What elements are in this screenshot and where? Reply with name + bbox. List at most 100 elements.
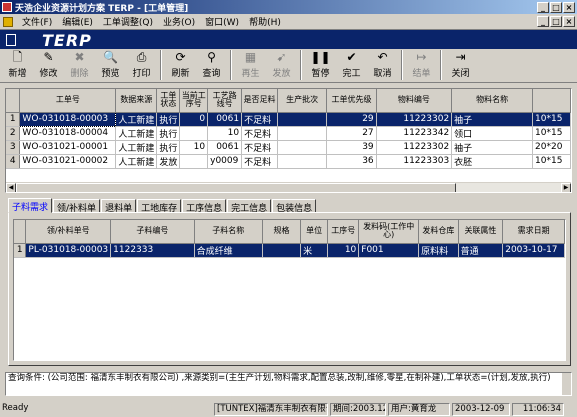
- query-scrollbar[interactable]: [562, 373, 571, 395]
- table-cell[interactable]: 人工新建: [115, 154, 158, 169]
- table-row[interactable]: 3 WO-031021-00001 人工新建 执行 10 0061 不足料 39 1122330…: [6, 140, 571, 155]
- toolbar-button-6[interactable]: ⚲ 查询: [196, 49, 227, 82]
- table-cell[interactable]: 不足料: [241, 154, 279, 169]
- table-cell[interactable]: [277, 154, 328, 169]
- table-cell[interactable]: 执行: [156, 140, 181, 155]
- table-cell[interactable]: [179, 154, 209, 169]
- table-cell[interactable]: 不足料: [241, 140, 279, 155]
- table-cell[interactable]: 10: [179, 140, 209, 155]
- child-close-button[interactable]: ×: [563, 16, 575, 27]
- table-cell[interactable]: 袖子: [451, 112, 534, 127]
- table-cell[interactable]: 人工新建: [115, 140, 158, 155]
- work-order-hscroll[interactable]: ◀ ▶: [6, 182, 571, 192]
- toolbar-button-10[interactable]: ✔ 完工: [336, 49, 367, 82]
- column-header[interactable]: 物料编号: [376, 89, 453, 113]
- tab-4[interactable]: 工序信息: [182, 199, 227, 214]
- column-header[interactable]: 关联属性: [458, 220, 504, 244]
- tab-1[interactable]: 领/补料单: [53, 199, 101, 214]
- table-cell[interactable]: 11223303: [376, 154, 453, 169]
- column-header[interactable]: 工单号: [19, 89, 117, 113]
- table-cell[interactable]: WO-031021-00001: [19, 140, 117, 155]
- toolbar-button-3[interactable]: 🔍 预览: [95, 49, 126, 82]
- table-cell[interactable]: [262, 243, 302, 258]
- table-cell[interactable]: 执行: [156, 126, 181, 141]
- table-cell[interactable]: 人工新建: [115, 112, 158, 127]
- tab-6[interactable]: 包装信息: [272, 199, 317, 214]
- table-cell[interactable]: WO-031018-00003: [19, 111, 117, 127]
- table-cell[interactable]: 不足料: [241, 112, 279, 127]
- table-cell[interactable]: 11223302: [376, 140, 453, 155]
- document-icon[interactable]: [3, 16, 13, 27]
- toolbar-button-1[interactable]: ✎ 修改: [33, 49, 64, 82]
- child-restore-button[interactable]: □: [550, 16, 562, 27]
- table-cell[interactable]: 普通: [458, 243, 504, 258]
- table-cell[interactable]: F001: [358, 243, 420, 258]
- tab-5[interactable]: 完工信息: [227, 199, 272, 214]
- table-row[interactable]: 1 PL-031018-00003 1122333 合成纤维 米 10 F001 原料料 普通 2…: [14, 243, 565, 258]
- panel-toggle-icon[interactable]: [6, 34, 16, 46]
- column-header[interactable]: 发料码(工作中心): [358, 220, 420, 244]
- table-cell[interactable]: 发放: [156, 154, 181, 169]
- toolbar-button-13[interactable]: ⇥ 关闭: [445, 49, 476, 82]
- column-header[interactable]: 当前工序号: [179, 89, 209, 113]
- toolbar-button-9[interactable]: ❚❚ 暂停: [305, 49, 336, 82]
- table-cell[interactable]: 原料料: [418, 243, 459, 258]
- toolbar-button-12[interactable]: ↦ 结单: [406, 49, 437, 82]
- table-cell[interactable]: 10: [327, 243, 360, 258]
- column-header[interactable]: 单位: [300, 220, 329, 244]
- scroll-right-arrow-icon[interactable]: ▶: [561, 183, 571, 192]
- table-cell[interactable]: [179, 126, 209, 141]
- table-cell[interactable]: 0061: [207, 112, 243, 127]
- table-cell[interactable]: 米: [300, 243, 329, 258]
- table-row[interactable]: 4 WO-031021-00002 人工新建 发放 y0009 不足料 36 11223303…: [6, 154, 571, 169]
- tab-0[interactable]: 子料需求: [8, 198, 53, 213]
- table-cell[interactable]: 10*15: [532, 126, 571, 141]
- table-cell[interactable]: 袖子: [451, 140, 534, 155]
- column-header[interactable]: 工单优先级: [326, 89, 377, 113]
- table-cell[interactable]: 合成纤维: [194, 243, 263, 258]
- column-header[interactable]: 子料名称: [194, 220, 263, 244]
- column-header[interactable]: 发料仓库: [418, 220, 459, 244]
- column-header[interactable]: 领/补料单号: [25, 220, 112, 244]
- tab-3[interactable]: 工地库存: [137, 199, 182, 214]
- row-number[interactable]: 4: [6, 154, 21, 169]
- table-cell[interactable]: [277, 126, 328, 141]
- toolbar-button-4[interactable]: ⎙ 打印: [126, 49, 157, 82]
- toolbar-button-0[interactable]: 🗋 新增: [2, 49, 33, 82]
- scroll-thumb[interactable]: [16, 183, 456, 192]
- table-cell[interactable]: 10*15: [532, 112, 571, 127]
- toolbar-button-11[interactable]: ↶ 取消: [367, 49, 398, 82]
- child-minimize-button[interactable]: _: [537, 16, 549, 27]
- table-cell[interactable]: 0061: [207, 140, 243, 155]
- table-cell[interactable]: 39: [326, 140, 377, 155]
- table-cell[interactable]: [277, 112, 328, 127]
- table-row[interactable]: 2 WO-031018-00004 人工新建 执行 10 不足料 27 11223342 领口 1…: [6, 126, 571, 141]
- table-cell[interactable]: 10: [207, 126, 243, 141]
- scroll-left-arrow-icon[interactable]: ◀: [6, 183, 16, 192]
- table-cell[interactable]: 29: [326, 112, 377, 127]
- table-cell[interactable]: 27: [326, 126, 377, 141]
- toolbar-button-2[interactable]: ✖ 删除: [64, 49, 95, 82]
- table-cell[interactable]: WO-031018-00004: [19, 126, 117, 141]
- table-cell[interactable]: [277, 140, 328, 155]
- table-cell[interactable]: 不足料: [241, 126, 279, 141]
- table-cell[interactable]: 2003-10-17: [502, 243, 565, 258]
- material-needs-grid[interactable]: 领/补料单号 子料编号 子料名称 规格 单位 工序号 发料码(工作中心) 发料仓库 关联属性 需求…: [13, 219, 566, 361]
- column-header[interactable]: 工序号: [327, 220, 360, 244]
- column-header[interactable]: 生产批次: [277, 89, 328, 113]
- row-number[interactable]: 1: [6, 112, 21, 127]
- table-cell[interactable]: WO-031021-00002: [19, 154, 117, 169]
- column-header[interactable]: 需求日期: [502, 220, 565, 244]
- row-number[interactable]: 3: [6, 140, 21, 155]
- column-header[interactable]: 工艺路线号: [207, 89, 243, 113]
- menu-work-order-adjust[interactable]: 工单调整(Q): [98, 15, 158, 28]
- table-cell[interactable]: 执行: [156, 112, 181, 127]
- tab-2[interactable]: 退料单: [101, 199, 137, 214]
- table-cell[interactable]: 领口: [451, 126, 534, 141]
- column-header[interactable]: 规格: [262, 220, 302, 244]
- table-cell[interactable]: 人工新建: [115, 126, 158, 141]
- table-cell[interactable]: 36: [326, 154, 377, 169]
- menu-file[interactable]: 文件(F): [17, 15, 57, 28]
- toolbar-button-7[interactable]: ▦ 再生: [235, 49, 266, 82]
- table-cell[interactable]: 11223302: [376, 112, 453, 127]
